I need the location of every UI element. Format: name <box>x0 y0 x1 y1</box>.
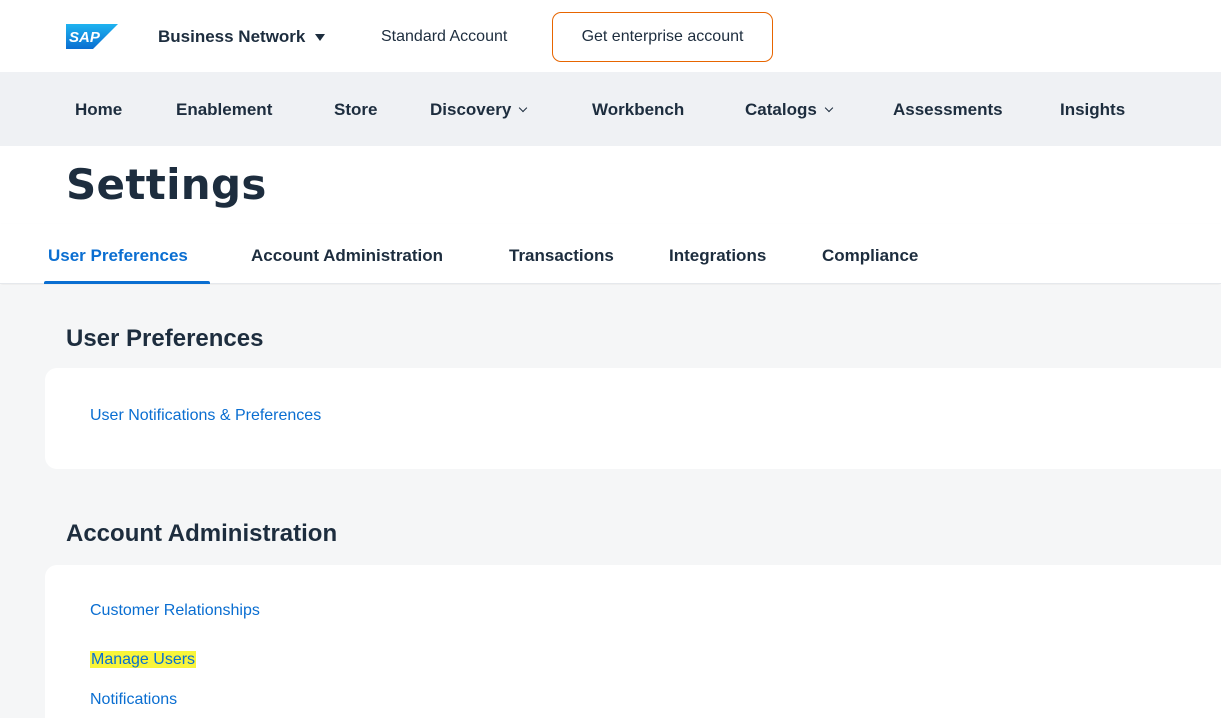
nav-item-store[interactable]: Store <box>334 98 377 122</box>
chevron-down-icon <box>824 103 834 113</box>
nav-item-discovery[interactable]: Discovery <box>430 98 528 122</box>
tab-compliance[interactable]: Compliance <box>822 244 918 268</box>
link-customer-relationships[interactable]: Customer Relationships <box>90 600 260 622</box>
nav-item-label: Insights <box>1060 100 1126 119</box>
page-header: Settings <box>0 146 1221 224</box>
chevron-down-icon <box>519 103 528 113</box>
sap-logo-icon[interactable]: SAP <box>66 24 118 49</box>
main-navigation: Home Enablement Store Discovery Workbenc… <box>0 72 1221 146</box>
nav-item-label: Workbench <box>592 100 685 119</box>
shell-bar: SAP Business Network Standard Account Ge… <box>0 0 1221 72</box>
section-title-user-preferences: User Preferences <box>66 325 264 352</box>
active-tab-indicator <box>44 281 210 284</box>
link-notifications[interactable]: Notifications <box>90 689 177 711</box>
tab-transactions[interactable]: Transactions <box>509 244 614 268</box>
link-manage-users[interactable]: Manage Users <box>90 649 197 671</box>
tab-user-preferences[interactable]: User Preferences <box>48 244 188 268</box>
business-network-menu[interactable]: Business Network <box>158 25 326 49</box>
tab-integrations[interactable]: Integrations <box>669 244 766 268</box>
nav-item-insights[interactable]: Insights <box>1060 98 1125 122</box>
account-administration-card: Customer Relationships Manage Users Noti… <box>45 565 1221 718</box>
nav-item-label: Assessments <box>893 100 1003 119</box>
nav-item-label: Discovery <box>430 100 512 119</box>
manage-users-highlighted-text: Manage Users <box>90 651 197 668</box>
page-title: Settings <box>66 160 267 209</box>
nav-item-catalogs[interactable]: Catalogs <box>745 98 834 122</box>
nav-item-label: Store <box>334 100 378 119</box>
nav-item-home[interactable]: Home <box>75 98 122 122</box>
caret-down-icon <box>315 33 326 41</box>
nav-item-label: Enablement <box>176 100 273 119</box>
settings-content: User Preferences User Notifications & Pr… <box>0 285 1221 718</box>
nav-item-workbench[interactable]: Workbench <box>592 98 684 122</box>
get-enterprise-account-button[interactable]: Get enterprise account <box>552 12 773 62</box>
section-title-account-administration: Account Administration <box>66 520 338 547</box>
tab-account-administration[interactable]: Account Administration <box>251 244 443 268</box>
nav-item-label: Home <box>75 100 123 119</box>
business-network-label: Business Network <box>158 27 306 46</box>
user-preferences-card: User Notifications & Preferences <box>45 368 1221 469</box>
link-user-notifications-preferences[interactable]: User Notifications & Preferences <box>90 405 321 427</box>
nav-item-assessments[interactable]: Assessments <box>893 98 1003 122</box>
nav-item-enablement[interactable]: Enablement <box>176 98 272 122</box>
sap-logo-text: SAP <box>69 29 101 46</box>
account-type-label: Standard Account <box>381 28 508 45</box>
nav-item-label: Catalogs <box>745 100 817 119</box>
settings-tab-bar: User Preferences Account Administration … <box>0 224 1221 284</box>
